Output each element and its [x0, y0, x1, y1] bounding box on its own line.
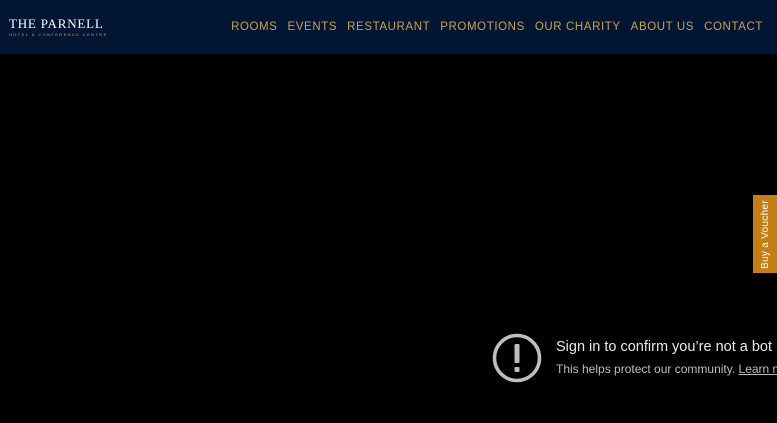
site-header: THE PARNELL HOTEL & CONFERENCE CENTRE RO… [0, 0, 777, 54]
main-nav: ROOMS EVENTS RESTAURANT PROMOTIONS OUR C… [231, 21, 763, 33]
nav-restaurant[interactable]: RESTAURANT [347, 21, 430, 33]
bot-check-notice: Sign in to confirm you’re not a bot This… [492, 333, 777, 385]
buy-voucher-tab[interactable]: Buy a Voucher [753, 195, 777, 273]
nav-rooms[interactable]: ROOMS [231, 21, 277, 33]
nav-about-us[interactable]: ABOUT US [631, 21, 694, 33]
nav-contact[interactable]: CONTACT [704, 21, 763, 33]
logo-tagline: HOTEL & CONFERENCE CENTRE [9, 32, 108, 37]
bot-notice-description: This helps protect our community. [556, 362, 736, 376]
alert-circle-icon [492, 333, 542, 383]
site-logo[interactable]: THE PARNELL HOTEL & CONFERENCE CENTRE [9, 17, 108, 37]
nav-our-charity[interactable]: OUR CHARITY [535, 21, 621, 33]
bot-notice-text: This helps protect our community. Learn … [556, 362, 777, 376]
buy-voucher-label: Buy a Voucher [759, 199, 771, 269]
nav-events[interactable]: EVENTS [288, 21, 338, 33]
learn-more-link[interactable]: Learn more [739, 362, 777, 376]
logo-name: THE PARNELL [9, 16, 104, 31]
bot-notice-title: Sign in to confirm you’re not a bot [556, 339, 773, 355]
nav-promotions[interactable]: PROMOTIONS [440, 21, 525, 33]
